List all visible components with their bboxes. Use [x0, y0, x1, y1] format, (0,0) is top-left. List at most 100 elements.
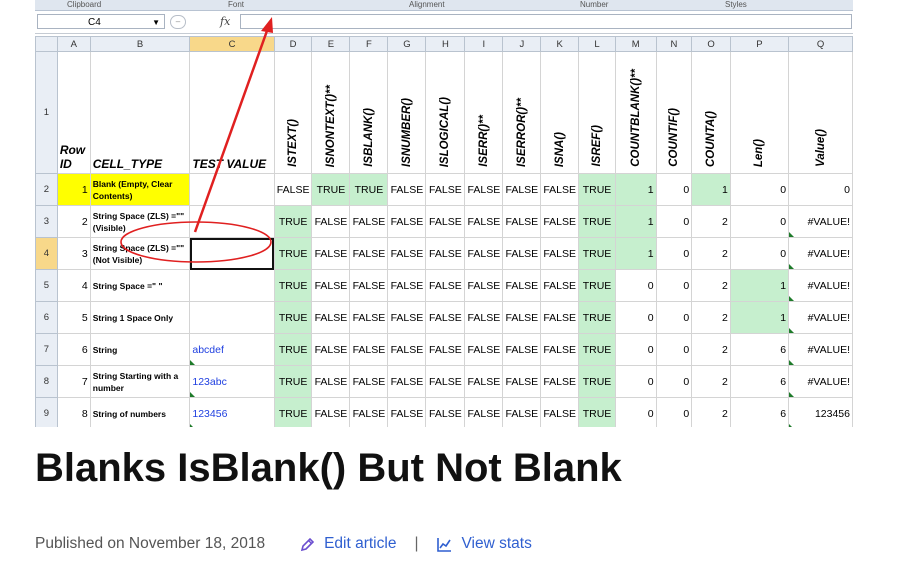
- counta-cell[interactable]: 2: [691, 333, 731, 366]
- row-id-cell[interactable]: 6: [56, 333, 91, 366]
- row-id-cell[interactable]: 8: [56, 397, 91, 427]
- column-header-p[interactable]: P: [729, 36, 790, 52]
- column-header-f[interactable]: F: [349, 36, 389, 52]
- result-cell[interactable]: TRUE: [578, 205, 616, 238]
- result-cell[interactable]: TRUE: [273, 205, 313, 238]
- countif-cell[interactable]: 0: [655, 301, 693, 334]
- header-function[interactable]: COUNTA(): [691, 51, 731, 174]
- result-cell[interactable]: FALSE: [311, 397, 351, 427]
- column-header-b[interactable]: B: [89, 36, 191, 52]
- result-cell[interactable]: FALSE: [502, 333, 542, 366]
- column-header-i[interactable]: I: [464, 36, 504, 52]
- result-cell[interactable]: FALSE: [540, 333, 580, 366]
- countif-cell[interactable]: 0: [655, 333, 693, 366]
- countblank-cell[interactable]: 0: [614, 269, 657, 302]
- result-cell[interactable]: FALSE: [387, 301, 427, 334]
- result-cell[interactable]: FALSE: [387, 397, 427, 427]
- test-value-cell[interactable]: abcdef: [189, 333, 275, 366]
- result-cell[interactable]: TRUE: [578, 173, 616, 206]
- result-cell[interactable]: FALSE: [540, 237, 580, 270]
- len-cell[interactable]: 6: [729, 397, 790, 427]
- countif-cell[interactable]: 0: [655, 365, 693, 398]
- result-cell[interactable]: FALSE: [425, 269, 466, 302]
- view-stats-link[interactable]: View stats: [436, 535, 532, 553]
- result-cell[interactable]: FALSE: [387, 333, 427, 366]
- row-id-cell[interactable]: 2: [56, 205, 91, 238]
- cell-type-cell[interactable]: String 1 Space Only: [89, 301, 191, 334]
- header-function[interactable]: ISNA(): [540, 51, 580, 174]
- result-cell[interactable]: FALSE: [502, 365, 542, 398]
- result-cell[interactable]: FALSE: [311, 269, 351, 302]
- countblank-cell[interactable]: 1: [614, 237, 657, 270]
- result-cell[interactable]: FALSE: [425, 237, 466, 270]
- select-all-corner[interactable]: [35, 36, 58, 52]
- header-function[interactable]: Value(): [788, 51, 853, 174]
- result-cell[interactable]: TRUE: [273, 237, 313, 270]
- counta-cell[interactable]: 2: [691, 237, 731, 270]
- value-cell[interactable]: #VALUE!: [788, 237, 853, 270]
- result-cell[interactable]: TRUE: [311, 173, 351, 206]
- test-value-cell[interactable]: 123456: [189, 397, 275, 427]
- result-cell[interactable]: FALSE: [540, 173, 580, 206]
- result-cell[interactable]: FALSE: [464, 365, 504, 398]
- row-id-cell[interactable]: 7: [56, 365, 91, 398]
- test-value-cell[interactable]: [189, 269, 275, 302]
- header-function[interactable]: ISREF(): [578, 51, 616, 174]
- counta-cell[interactable]: 2: [691, 365, 731, 398]
- test-value-cell[interactable]: [189, 205, 275, 238]
- column-header-q[interactable]: Q: [788, 36, 853, 52]
- counta-cell[interactable]: 2: [691, 301, 731, 334]
- column-header-e[interactable]: E: [311, 36, 351, 52]
- row-id-cell[interactable]: 5: [56, 301, 91, 334]
- header-function[interactable]: ISLOGICAL(): [425, 51, 466, 174]
- countif-cell[interactable]: 0: [655, 269, 693, 302]
- result-cell[interactable]: FALSE: [311, 333, 351, 366]
- result-cell[interactable]: TRUE: [578, 301, 616, 334]
- test-value-cell[interactable]: 123abc: [189, 365, 275, 398]
- result-cell[interactable]: FALSE: [540, 397, 580, 427]
- countblank-cell[interactable]: 1: [614, 205, 657, 238]
- result-cell[interactable]: TRUE: [273, 365, 313, 398]
- result-cell[interactable]: TRUE: [578, 365, 616, 398]
- cell-type-cell[interactable]: String: [89, 333, 191, 366]
- countblank-cell[interactable]: 0: [614, 397, 657, 427]
- result-cell[interactable]: FALSE: [311, 205, 351, 238]
- row-header[interactable]: 3: [35, 205, 58, 238]
- header-function[interactable]: ISTEXT(): [273, 51, 313, 174]
- value-cell[interactable]: #VALUE!: [788, 333, 853, 366]
- column-header-c[interactable]: C: [189, 36, 275, 52]
- result-cell[interactable]: TRUE: [273, 397, 313, 427]
- test-value-cell[interactable]: [189, 237, 275, 270]
- column-header-o[interactable]: O: [691, 36, 731, 52]
- result-cell[interactable]: FALSE: [464, 205, 504, 238]
- cell-type-cell[interactable]: String Space =" ": [89, 269, 191, 302]
- len-cell[interactable]: 0: [729, 173, 790, 206]
- header-function[interactable]: ISNONTEXT()**: [311, 51, 351, 174]
- result-cell[interactable]: FALSE: [502, 269, 542, 302]
- len-cell[interactable]: 6: [729, 333, 790, 366]
- row-id-cell[interactable]: 4: [56, 269, 91, 302]
- result-cell[interactable]: FALSE: [387, 205, 427, 238]
- result-cell[interactable]: FALSE: [387, 237, 427, 270]
- column-header-j[interactable]: J: [502, 36, 542, 52]
- column-header-a[interactable]: A: [56, 36, 91, 52]
- result-cell[interactable]: TRUE: [578, 397, 616, 427]
- result-cell[interactable]: FALSE: [273, 173, 313, 206]
- value-cell[interactable]: #VALUE!: [788, 365, 853, 398]
- edit-article-link[interactable]: Edit article: [299, 535, 396, 553]
- result-cell[interactable]: FALSE: [540, 301, 580, 334]
- result-cell[interactable]: TRUE: [578, 333, 616, 366]
- column-header-m[interactable]: M: [614, 36, 657, 52]
- result-cell[interactable]: FALSE: [540, 365, 580, 398]
- result-cell[interactable]: FALSE: [349, 301, 389, 334]
- column-header-g[interactable]: G: [387, 36, 427, 52]
- counta-cell[interactable]: 2: [691, 269, 731, 302]
- header-function[interactable]: Len(): [729, 51, 790, 174]
- value-cell[interactable]: #VALUE!: [788, 205, 853, 238]
- result-cell[interactable]: FALSE: [540, 205, 580, 238]
- row-header[interactable]: 2: [35, 173, 58, 206]
- len-cell[interactable]: 1: [729, 301, 790, 334]
- result-cell[interactable]: FALSE: [464, 269, 504, 302]
- cell-type-cell[interactable]: Blank (Empty, Clear Contents): [89, 173, 191, 206]
- result-cell[interactable]: FALSE: [349, 333, 389, 366]
